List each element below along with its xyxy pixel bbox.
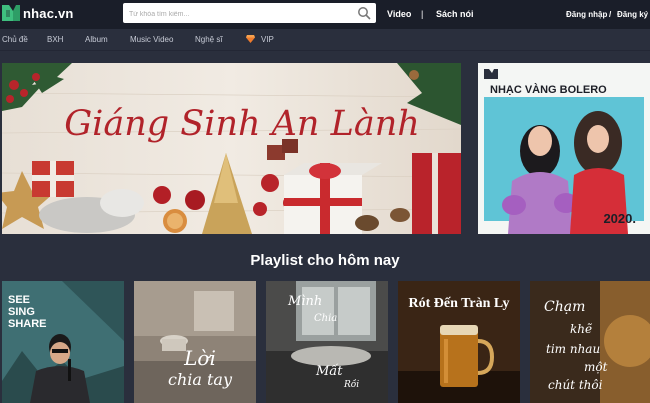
tile4-title: Rót Đến Tràn Ly xyxy=(409,296,510,311)
nav-audiobook[interactable]: Sách nói xyxy=(436,9,474,19)
nav-separator: | xyxy=(421,9,424,19)
playlist-tile[interactable]: Rót Đến Tràn Ly xyxy=(398,281,520,403)
search-box[interactable] xyxy=(123,3,376,25)
diamond-icon xyxy=(246,35,255,43)
nav-charts[interactable]: BXH xyxy=(47,35,63,44)
bolero-banner[interactable]: NHẠC VÀNG BOLERO 2020. xyxy=(478,63,650,234)
nav-album[interactable]: Album xyxy=(85,35,108,44)
banner-title: Giáng Sinh An Lành xyxy=(64,104,420,144)
playlist-tile[interactable]: Lời chia tay xyxy=(134,281,256,403)
section-title: Playlist cho hôm nay xyxy=(250,252,400,269)
tile5-line3: tim nhau xyxy=(546,342,600,356)
christmas-banner[interactable]: Giáng Sinh An Lành xyxy=(2,63,461,234)
nav-music-video[interactable]: Music Video xyxy=(130,35,173,44)
playlist-tile[interactable]: Mình Chia Mất Rồi xyxy=(266,281,388,403)
tile2-title: Lời xyxy=(183,346,216,370)
nav-topics[interactable]: Chủ đề xyxy=(2,35,28,44)
top-bar: nhac.vn Video | Sách nói Đăng nhập / Đăn… xyxy=(0,0,650,29)
tile3-line3: Mất xyxy=(315,363,343,379)
search-icon[interactable] xyxy=(357,6,371,20)
login-link[interactable]: Đăng nhập xyxy=(566,10,607,19)
category-nav: Chủ đề BXH Album Music Video Nghệ sĩ VIP xyxy=(0,29,650,51)
tile2-subtitle: chia tay xyxy=(168,370,233,389)
register-link[interactable]: Đăng ký xyxy=(617,10,648,19)
tile3-line4: Rồi xyxy=(343,379,359,390)
auth-divider: / xyxy=(609,10,612,19)
logo[interactable]: nhac.vn xyxy=(2,5,74,21)
tile5-line1: Chạm xyxy=(544,299,585,315)
nav-vip[interactable]: VIP xyxy=(261,35,274,44)
search-input[interactable] xyxy=(123,4,348,25)
tile5-line2: khẽ xyxy=(570,322,592,336)
tile1-line3: SHARE xyxy=(8,318,47,330)
tile1-line1: SEE xyxy=(8,294,30,306)
logo-text: nhac.vn xyxy=(23,5,74,21)
playlist-tile[interactable]: SEE SING SHARE xyxy=(2,281,124,403)
playlist-tile[interactable]: Chạm khẽ tim nhau một chút thôi xyxy=(530,281,650,403)
tile5-line5: chút thôi xyxy=(548,378,603,392)
logo-icon xyxy=(2,5,20,21)
nav-video[interactable]: Video xyxy=(387,9,411,19)
tile3-title: Mình xyxy=(287,294,322,309)
bolero-title: NHẠC VÀNG BOLERO xyxy=(490,83,607,96)
tile3-line2: Chia xyxy=(314,313,337,324)
tile1-line2: SING xyxy=(8,306,35,318)
nav-artists[interactable]: Nghệ sĩ xyxy=(195,35,223,44)
bolero-year: 2020. xyxy=(603,211,636,226)
tile5-line4: một xyxy=(584,360,608,374)
